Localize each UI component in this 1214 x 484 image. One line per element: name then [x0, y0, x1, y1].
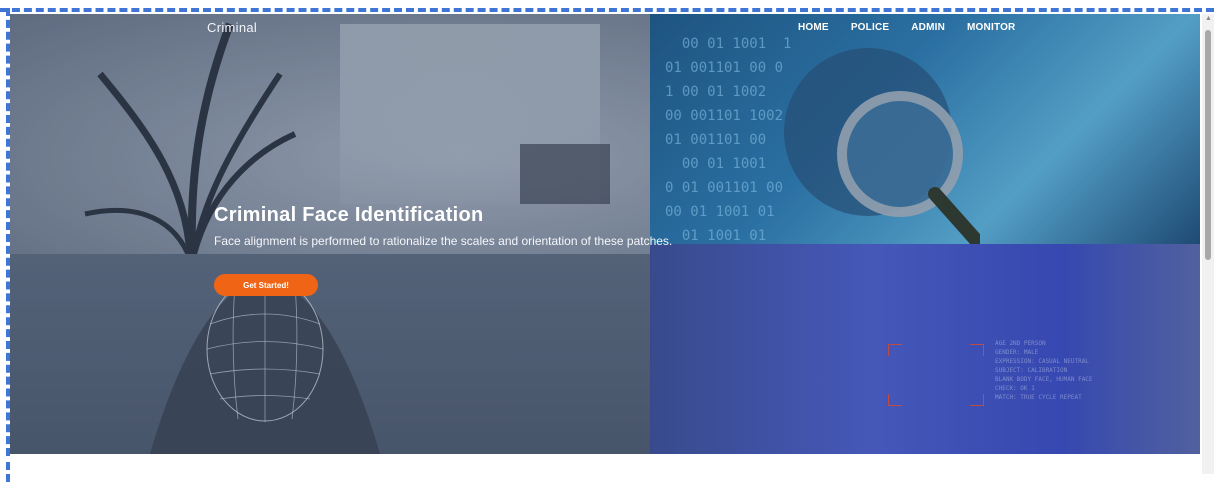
hero-banner: 00 01 1001 1 01 001101 00 0 1 00 01 1002… — [10, 14, 1200, 454]
selection-frame-stub — [6, 462, 10, 482]
nav-link-police[interactable]: POLICE — [851, 22, 889, 33]
hero-title: Criminal Face Identification — [214, 204, 484, 226]
nav-link-home[interactable]: HOME — [798, 22, 829, 33]
brand-logo[interactable]: Criminal — [207, 20, 257, 35]
top-navbar: Criminal HOME POLICE ADMIN MONITOR — [10, 14, 1200, 40]
nav-link-admin[interactable]: ADMIN — [911, 22, 945, 33]
get-started-button[interactable]: Get Started! — [214, 274, 318, 296]
nav-link-monitor[interactable]: MONITOR — [967, 22, 1015, 33]
scroll-up-arrow-icon[interactable]: ▲ — [1205, 15, 1212, 22]
nav-links: HOME POLICE ADMIN MONITOR — [798, 22, 1015, 33]
hero-subtitle: Face alignment is performed to rationali… — [214, 234, 673, 248]
scrollbar-thumb[interactable] — [1205, 30, 1211, 260]
selection-frame-top — [0, 8, 1214, 12]
